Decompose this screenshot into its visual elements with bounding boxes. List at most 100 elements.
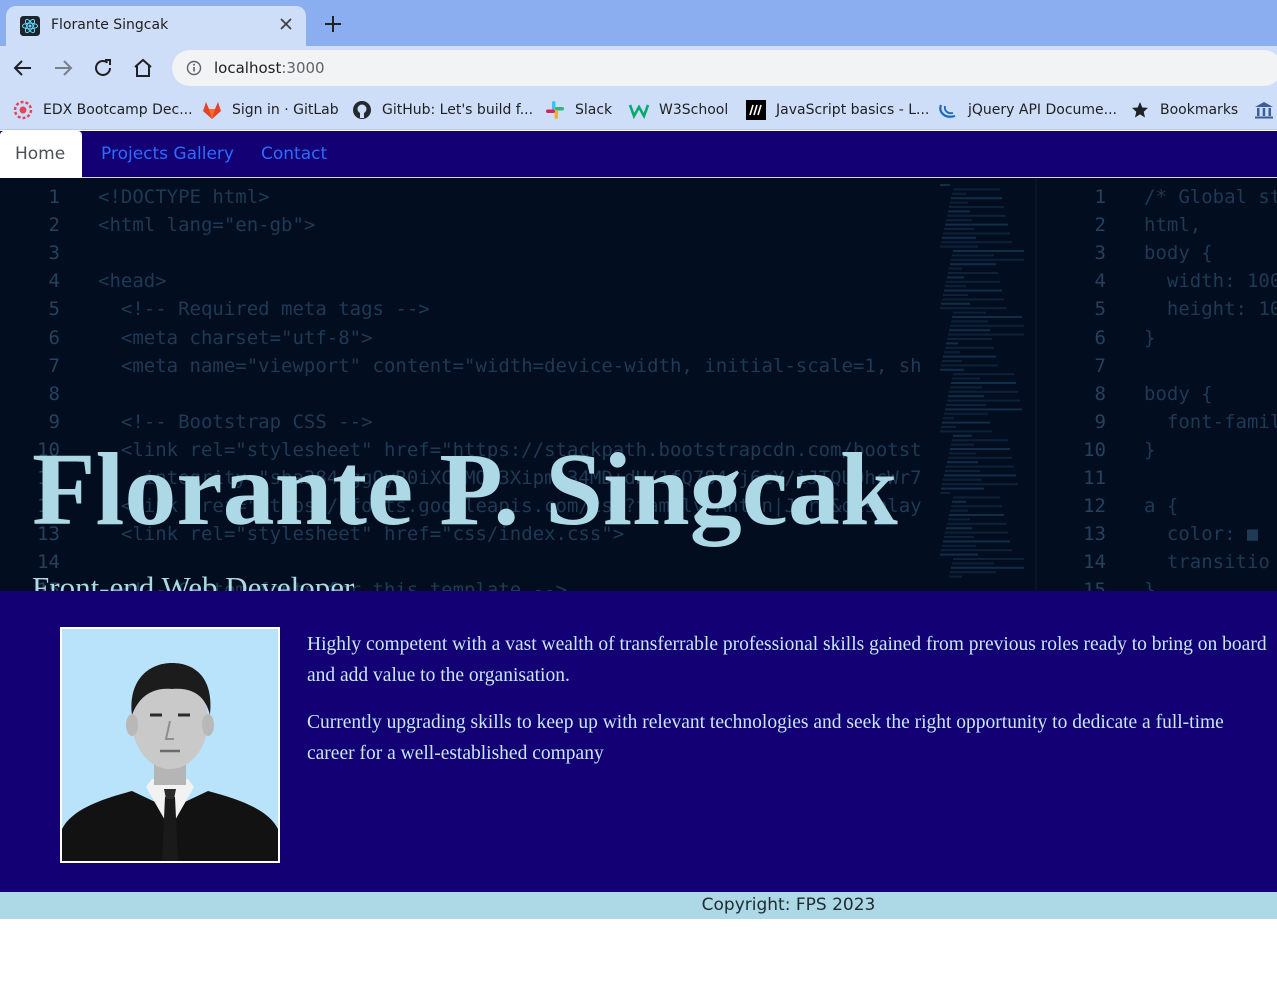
bookmarks-bar: EDX Bootcamp Dec... Sign in · GitLab Git… [0, 90, 1277, 130]
left-code-line: <meta charset="utf-8"> [98, 326, 373, 349]
minimap-line [944, 228, 974, 230]
minimap-line [949, 390, 1018, 393]
minimap-line [945, 470, 980, 472]
minimap-line [945, 408, 1022, 411]
minimap-line [944, 536, 974, 538]
right-line-number: 3 [1094, 242, 1106, 265]
minimap-line [951, 566, 1024, 569]
minimap-line [950, 448, 1010, 450]
browser-tab-strip: Florante Singcak [0, 0, 1277, 46]
right-code-line: body { [1144, 382, 1213, 405]
right-line-number: 1 [1094, 186, 1106, 208]
minimap-line [949, 575, 962, 578]
bookmark-w3school[interactable]: W3School [628, 98, 728, 122]
back-arrow-icon[interactable] [11, 56, 35, 80]
right-code-line: html, [1144, 214, 1202, 237]
url-host: localhost [214, 59, 282, 77]
minimap-line [943, 417, 954, 420]
minimap-line [941, 364, 998, 367]
minimap-line [947, 276, 964, 279]
left-line-number: 7 [48, 354, 60, 377]
minimap-line [947, 214, 1006, 217]
minimap-line [947, 461, 978, 464]
right-line-number: 12 [1083, 495, 1106, 518]
minimap-line [951, 382, 1016, 384]
minimap-line [947, 522, 1006, 525]
right-line-number: 7 [1094, 354, 1106, 377]
bookmark-folder[interactable]: Bookmarks [1129, 98, 1238, 122]
minimap-line [942, 544, 976, 547]
about-paragraph-2: Currently upgrading skills to keep up wi… [307, 712, 1224, 764]
new-tab-plus-icon[interactable] [322, 13, 344, 35]
minimap-line [944, 351, 960, 354]
minimap-line [950, 263, 996, 266]
minimap-line [950, 386, 982, 389]
minimap-line [942, 298, 1004, 301]
bookmark-mdn[interactable]: JavaScript basics - L... [745, 98, 929, 122]
nav-home-link[interactable]: Home [0, 131, 82, 179]
minimap-line [946, 342, 958, 345]
right-code-line: body { [1144, 242, 1213, 265]
bookmark-slack[interactable]: Slack [544, 98, 612, 122]
minimap-line [941, 241, 1012, 244]
site-navbar: Home Projects Gallery Contact [0, 131, 1277, 179]
minimap-line [945, 223, 1008, 226]
bookmark-label: W3School [659, 102, 729, 118]
minimap-line [953, 373, 1014, 376]
about-paragraph-1: Highly competent with a vast wealth of t… [307, 634, 1267, 686]
right-line-number: 2 [1094, 214, 1106, 237]
bookmark-label: Slack [575, 102, 613, 118]
minimap-line [946, 527, 972, 530]
bookmark-label: Sign in · GitLab [232, 102, 339, 118]
minimap-line [941, 487, 984, 490]
close-icon[interactable] [278, 16, 294, 32]
minimap-line [953, 250, 1024, 252]
bookmark-jquery[interactable]: jQuery API Docume... [937, 98, 1117, 122]
right-line-number: 8 [1094, 382, 1106, 405]
left-line-number: 5 [48, 298, 60, 321]
forward-arrow-icon[interactable] [51, 56, 75, 80]
address-bar[interactable]: localhost:3000 [172, 50, 1277, 86]
minimap-line [950, 571, 996, 574]
bookmark-edx[interactable]: EDX Bootcamp Dec... [12, 98, 193, 122]
mdn-icon [745, 99, 767, 121]
left-line-number: 3 [48, 242, 60, 265]
right-line-number: 5 [1094, 298, 1106, 321]
minimap-line [940, 492, 950, 494]
bookmark-gitlab[interactable]: Sign in · GitLab [201, 98, 339, 122]
star-icon [1129, 99, 1151, 121]
nav-contact-link[interactable]: Contact [261, 131, 327, 178]
minimap-line [942, 360, 962, 362]
right-line-number: 4 [1094, 270, 1106, 293]
jquery-icon [937, 99, 959, 121]
minimap-line [945, 285, 966, 288]
gitlab-icon [201, 99, 223, 121]
minimap-line [947, 399, 1020, 402]
minimap-line [949, 514, 1004, 516]
minimap-line [946, 465, 1014, 468]
minimap-line [948, 210, 970, 213]
bookmark-label: jQuery API Docume... [968, 102, 1118, 118]
minimap-line [946, 404, 986, 406]
minimap-line [941, 426, 956, 428]
minimap-line [948, 395, 984, 398]
minimap-line [943, 294, 968, 296]
bookmark-overflow[interactable] [1253, 98, 1277, 122]
left-code-line: <!DOCTYPE html> [98, 186, 270, 208]
minimap-line [951, 505, 1002, 508]
url-port: :3000 [281, 59, 325, 77]
minimap-line [940, 553, 978, 556]
home-icon[interactable] [131, 56, 155, 80]
copyright-text: Copyright: FPS 2023 [701, 895, 876, 915]
bookmark-github[interactable]: GitHub: Let's build f... [351, 98, 533, 122]
info-icon[interactable] [186, 60, 202, 76]
minimap-line [952, 316, 1022, 318]
browser-tab[interactable]: Florante Singcak [6, 6, 306, 46]
nav-projects-link[interactable]: Projects Gallery [101, 131, 234, 178]
right-line-number: 11 [1083, 467, 1106, 489]
right-code-line: font-famil [1144, 410, 1277, 433]
left-code-line: <!-- Bootstrap CSS --> [98, 410, 373, 433]
minimap-line [949, 267, 962, 270]
reload-icon[interactable] [91, 56, 115, 80]
right-line-number: 9 [1094, 410, 1106, 433]
